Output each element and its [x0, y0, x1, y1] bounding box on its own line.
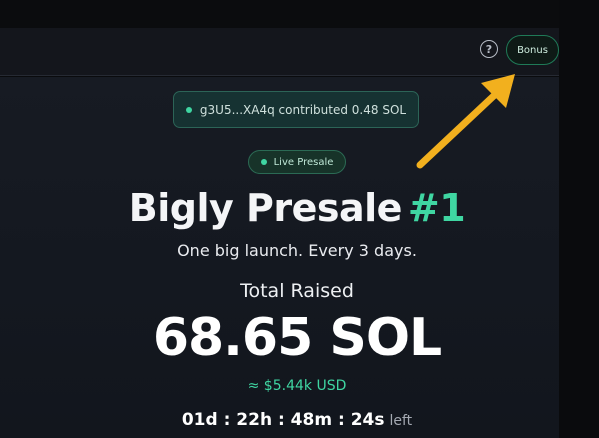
- question-circle-icon[interactable]: ?: [480, 40, 498, 58]
- live-presale-label: Live Presale: [273, 156, 334, 168]
- status-dot-icon: [185, 106, 192, 113]
- live-presale-badge: Live Presale: [248, 150, 346, 174]
- countdown-timer: 01d : 22h : 48m : 24s left: [0, 410, 594, 430]
- outer-top-strip: [0, 0, 599, 28]
- usd-equivalent: ≈ $5.44k USD: [247, 378, 347, 394]
- contribution-toast: g3U5...XA4q contributed 0.48 SOL: [173, 91, 419, 128]
- contribution-text: g3U5...XA4q contributed 0.48 SOL: [199, 102, 407, 117]
- countdown-value: 01d : 22h : 48m : 24s: [181, 410, 385, 430]
- countdown-suffix: left: [389, 413, 413, 429]
- total-raised-label: Total Raised: [240, 280, 354, 302]
- header-bar: [0, 28, 559, 76]
- presale-number: #1: [407, 186, 466, 230]
- tagline: One big launch. Every 3 days.: [177, 241, 417, 260]
- total-raised-value: 68.65 SOL: [152, 308, 442, 368]
- page-title: Bigly Presale #1: [0, 186, 594, 230]
- presale-title: Bigly Presale: [128, 186, 403, 230]
- bonus-button[interactable]: Bonus: [506, 35, 559, 65]
- live-dot-icon: [260, 159, 267, 165]
